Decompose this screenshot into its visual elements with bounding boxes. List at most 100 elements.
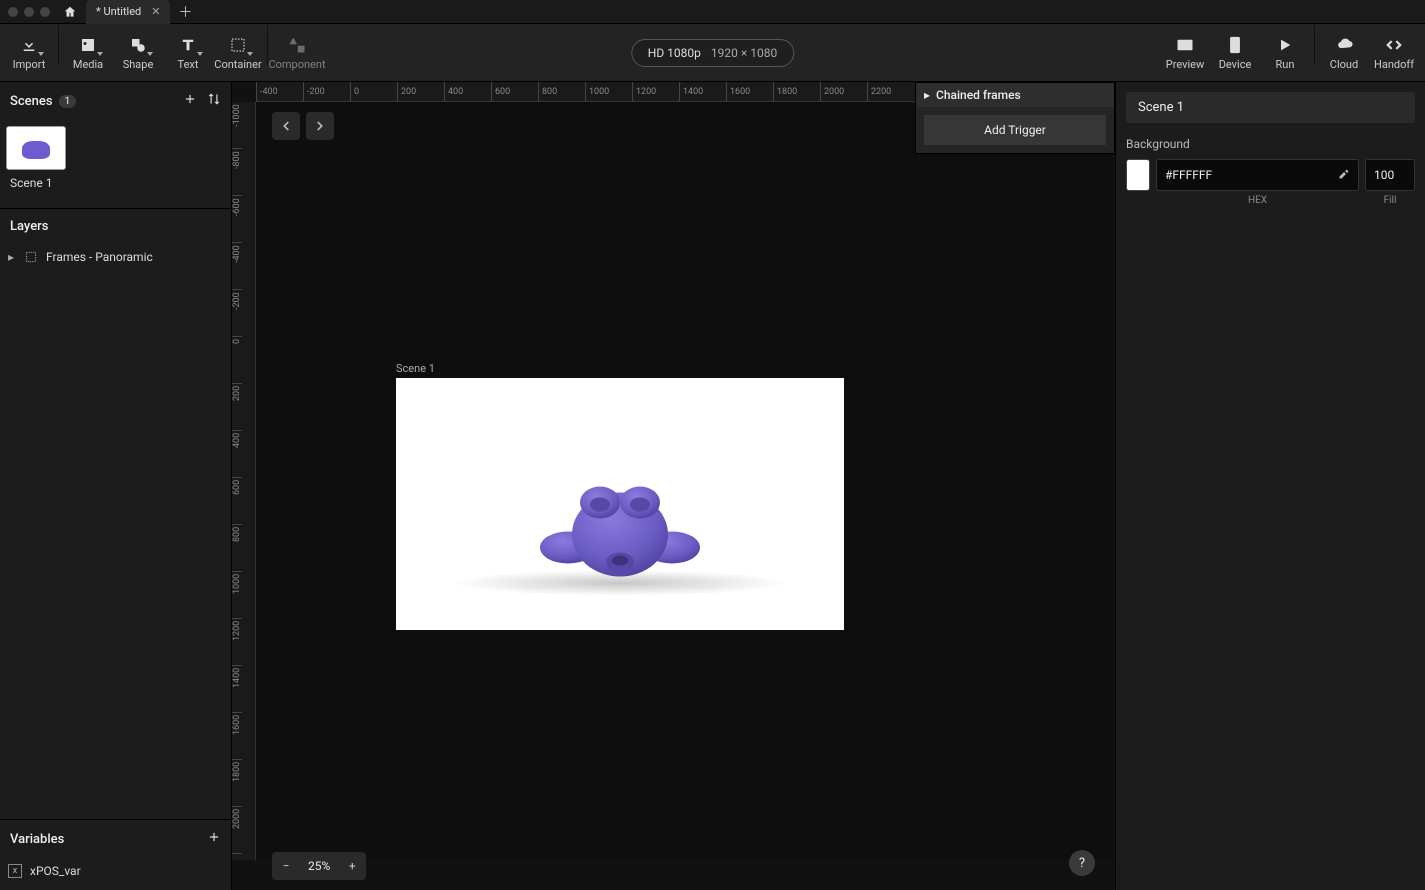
media-button[interactable]: Media (63, 25, 113, 81)
purple-3d-object (520, 453, 720, 596)
component-button[interactable]: Component (272, 25, 322, 81)
ruler-tick: -800 (232, 149, 242, 196)
document-tab-title: * Untitled (96, 5, 141, 18)
chevron-right-icon: ▸ (924, 88, 930, 102)
new-tab-button[interactable]: ＋ (176, 3, 194, 21)
ruler-tick: 800 (538, 82, 585, 101)
layer-row[interactable]: ▸ Frames - Panoramic (0, 244, 231, 270)
code-icon (1384, 35, 1404, 55)
chained-frames-header[interactable]: ▸ Chained frames (916, 83, 1114, 107)
close-tab-icon[interactable]: ✕ (151, 5, 160, 18)
format-name: HD 1080p (648, 46, 701, 60)
hex-sublabel: HEX (1156, 195, 1359, 206)
ruler-tick: -400 (256, 82, 303, 101)
device-button[interactable]: Device (1210, 25, 1260, 81)
ruler-tick: -400 (232, 243, 242, 290)
text-label: Text (178, 58, 199, 71)
titlebar: * Untitled ✕ ＋ (0, 0, 1425, 24)
ruler-tick: 1600 (726, 82, 773, 101)
ruler-tick: 0 (232, 337, 242, 384)
ruler-tick: 1800 (773, 82, 820, 101)
expand-caret-icon[interactable]: ▸ (8, 250, 16, 264)
ruler-tick: 2000 (232, 807, 242, 854)
ruler-tick: 1600 (232, 713, 242, 760)
layers-title: Layers (10, 219, 48, 234)
thumb-preview (22, 141, 50, 159)
window-controls (8, 7, 50, 17)
variable-row[interactable]: x xPOS_var (0, 858, 231, 884)
ruler-tick: 600 (232, 478, 242, 525)
fill-sublabel: Fill (1365, 195, 1415, 206)
cloud-button[interactable]: Cloud (1319, 25, 1369, 81)
shape-label: Shape (123, 58, 154, 71)
cloud-icon (1334, 35, 1354, 55)
preview-label: Preview (1166, 58, 1204, 71)
ruler-tick: 1000 (232, 572, 242, 619)
home-icon[interactable] (62, 4, 78, 20)
run-button[interactable]: Run (1260, 25, 1310, 81)
ruler-vertical: -1000-800-600-400-2000200400600800100012… (232, 102, 256, 860)
zoom-out-button[interactable]: − (272, 852, 300, 880)
chained-frames-panel: ▸ Chained frames Add Trigger (915, 82, 1115, 154)
ruler-tick: 1800 (232, 760, 242, 807)
canvas-scene-label: Scene 1 (396, 362, 844, 375)
import-label: Import (13, 58, 46, 71)
ruler-tick: 400 (444, 82, 491, 101)
toolbar: Import Media Shape Text (0, 24, 1425, 82)
variables-header: Variables (0, 820, 231, 858)
nav-back-button[interactable] (272, 112, 300, 140)
fill-input[interactable]: 100 (1365, 159, 1415, 191)
right-panel: Scene 1 Background #FFFFFF 100 HEX Fill (1115, 82, 1425, 890)
layers-header: Layers (0, 209, 231, 244)
sort-scenes-icon[interactable] (207, 92, 221, 110)
preview-button[interactable]: Preview (1160, 25, 1210, 81)
run-label: Run (1276, 58, 1295, 71)
format-dims: 1920 × 1080 (711, 46, 777, 60)
ruler-tick: 1000 (585, 82, 632, 101)
ruler-tick: 200 (232, 384, 242, 431)
scenes-count: 1 (59, 95, 77, 108)
container-button[interactable]: Container (213, 25, 263, 81)
nav-forward-button[interactable] (306, 112, 334, 140)
eyedropper-icon[interactable] (1338, 168, 1350, 183)
variable-icon: x (8, 864, 22, 878)
frames-icon (24, 250, 38, 264)
chained-frames-title: Chained frames (936, 88, 1021, 102)
handoff-button[interactable]: Handoff (1369, 25, 1419, 81)
hex-input[interactable]: #FFFFFF (1156, 159, 1359, 191)
close-window-icon[interactable] (8, 7, 18, 17)
format-selector[interactable]: HD 1080p 1920 × 1080 (631, 39, 794, 67)
ruler-tick: -600 (232, 196, 242, 243)
maximize-window-icon[interactable] (40, 7, 50, 17)
minimize-window-icon[interactable] (24, 7, 34, 17)
help-button[interactable]: ? (1069, 850, 1095, 876)
left-panel: Scenes 1 Scene 1 Layers ▸ (0, 82, 232, 890)
ruler-tick: 1200 (232, 619, 242, 666)
ruler-tick: 400 (232, 431, 242, 478)
import-button[interactable]: Import (4, 25, 54, 81)
preview-icon (1175, 35, 1195, 55)
scene-thumbnail[interactable] (6, 126, 66, 170)
layer-label: Frames - Panoramic (46, 250, 153, 264)
add-variable-icon[interactable] (207, 830, 221, 848)
media-icon (78, 35, 98, 55)
ruler-tick: -200 (232, 290, 242, 337)
scene-name-display[interactable]: Scene 1 (1126, 92, 1415, 123)
text-button[interactable]: Text (163, 25, 213, 81)
canvas-area[interactable]: -400-20002004006008001000120014001600180… (232, 82, 1115, 890)
variable-label: xPOS_var (30, 864, 81, 878)
add-scene-icon[interactable] (183, 92, 197, 110)
component-label: Component (268, 58, 325, 71)
add-trigger-button[interactable]: Add Trigger (924, 115, 1106, 145)
cloud-label: Cloud (1330, 58, 1358, 71)
ruler-tick: 2200 (867, 82, 914, 101)
scene-frame[interactable] (396, 378, 844, 630)
scenes-header: Scenes 1 (0, 82, 231, 120)
color-swatch[interactable] (1126, 159, 1150, 191)
shape-button[interactable]: Shape (113, 25, 163, 81)
zoom-in-button[interactable]: + (338, 852, 366, 880)
document-tab[interactable]: * Untitled ✕ (86, 0, 170, 24)
ruler-tick: -1000 (232, 102, 242, 149)
zoom-value[interactable]: 25% (300, 859, 338, 873)
ruler-tick: 200 (397, 82, 444, 101)
